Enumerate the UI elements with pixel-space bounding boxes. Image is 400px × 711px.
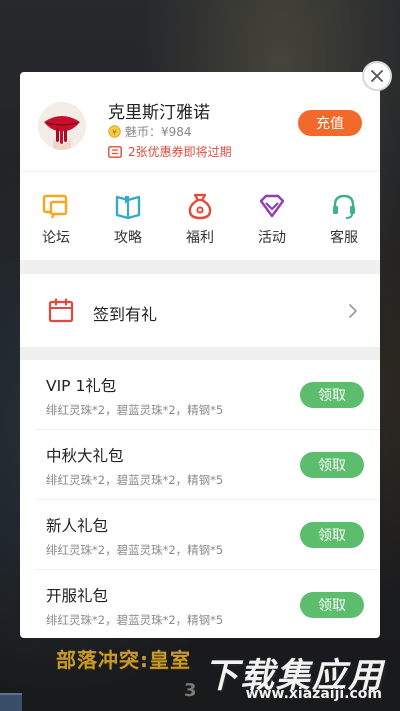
- gift-item: 新人礼包 绯红灵珠*2，碧蓝灵珠*2，精钢*5 领取: [36, 500, 380, 570]
- gift-title: 开服礼包: [46, 587, 109, 605]
- gift-item: VIP 1礼包 绯红灵珠*2，碧蓝灵珠*2，精钢*5 领取: [36, 360, 380, 430]
- avatar[interactable]: [38, 102, 86, 150]
- gift-item: 开服礼包 绯红灵珠*2，碧蓝灵珠*2，精钢*5 领取: [36, 570, 380, 638]
- guide-icon: [115, 195, 141, 220]
- recharge-button[interactable]: 充值: [298, 110, 362, 136]
- nav-label-welfare: 福利: [186, 230, 214, 246]
- feature-nav: 论坛 攻略 福利 活动 客服: [20, 172, 380, 260]
- nav-label-guide: 攻略: [114, 230, 142, 246]
- nav-label-forum: 论坛: [42, 230, 70, 246]
- claim-button[interactable]: 领取: [300, 382, 364, 408]
- diamond-icon: [259, 194, 285, 218]
- nav-label-support: 客服: [330, 230, 358, 246]
- chevron-right-icon: [349, 304, 357, 318]
- gift-desc: 绯红灵珠*2，碧蓝灵珠*2，精钢*5: [46, 543, 224, 557]
- gift-title: 新人礼包: [46, 517, 109, 535]
- coupon-notice[interactable]: 2张优惠券即将过期: [108, 143, 232, 160]
- nav-item-guide[interactable]: 攻略: [92, 192, 164, 260]
- corner-widget: [0, 693, 22, 711]
- game-center-panel: 克里斯汀雅诺 ¥ 魅币：¥984 2张优惠券即将过期 充值 论坛 攻略 福利 活…: [20, 72, 380, 638]
- section-divider: [20, 348, 380, 360]
- nav-item-events[interactable]: 活动: [236, 192, 308, 260]
- nav-item-support[interactable]: 客服: [308, 192, 380, 260]
- close-button[interactable]: [362, 61, 392, 91]
- forum-icon: [42, 194, 68, 219]
- claim-button[interactable]: 领取: [300, 522, 364, 548]
- gift-desc: 绯红灵珠*2，碧蓝灵珠*2，精钢*5: [46, 613, 224, 627]
- watermark-url: www.xiazaiji.com: [245, 686, 382, 702]
- claim-button[interactable]: 领取: [300, 452, 364, 478]
- close-icon: [371, 70, 383, 82]
- gift-list: VIP 1礼包 绯红灵珠*2，碧蓝灵珠*2，精钢*5 领取 中秋大礼包 绯红灵珠…: [20, 360, 380, 638]
- game-title-text: 部落冲突:皇室: [56, 648, 191, 672]
- headset-icon: [333, 194, 355, 219]
- coin-icon: ¥: [108, 125, 121, 138]
- gift-desc: 绯红灵珠*2，碧蓝灵珠*2，精钢*5: [46, 403, 224, 417]
- coupon-notice-text: 2张优惠券即将过期: [128, 145, 232, 159]
- watermark: 下载集应用 www.xiazaiji.com: [184, 648, 390, 708]
- section-divider: [20, 260, 380, 274]
- username: 克里斯汀雅诺: [108, 103, 210, 123]
- svg-text:¥: ¥: [112, 127, 117, 136]
- calendar-icon: [48, 298, 74, 323]
- nav-label-events: 活动: [258, 230, 286, 246]
- checkin-label: 签到有礼: [93, 305, 158, 324]
- gift-desc: 绯红灵珠*2，碧蓝灵珠*2，精钢*5: [46, 473, 224, 487]
- coin-balance-text: 魅币：¥984: [125, 125, 192, 139]
- gift-title: 中秋大礼包: [46, 447, 124, 465]
- gift-bag-icon: [188, 193, 212, 220]
- nav-item-forum[interactable]: 论坛: [20, 192, 92, 260]
- gift-item: 中秋大礼包 绯红灵珠*2，碧蓝灵珠*2，精钢*5 领取: [36, 430, 380, 500]
- nav-item-welfare[interactable]: 福利: [164, 192, 236, 260]
- coupon-icon: [108, 145, 122, 158]
- checkin-row[interactable]: 签到有礼: [20, 274, 380, 348]
- gift-title: VIP 1礼包: [46, 377, 117, 395]
- profile-section: 克里斯汀雅诺 ¥ 魅币：¥984 2张优惠券即将过期 充值: [20, 72, 380, 172]
- claim-button[interactable]: 领取: [300, 592, 364, 618]
- coin-balance: ¥ 魅币：¥984: [108, 123, 192, 140]
